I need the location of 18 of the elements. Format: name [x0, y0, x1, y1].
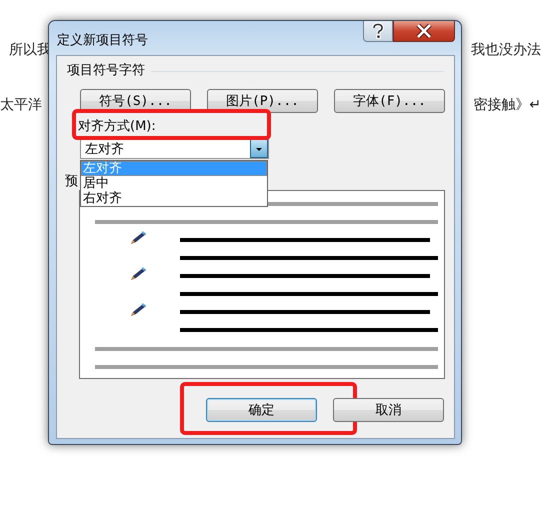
close-icon: [416, 24, 432, 38]
document-text: 密接触》↵: [473, 96, 541, 114]
preview-label: 预: [65, 174, 79, 190]
dropdown-option[interactable]: 右对齐: [81, 191, 267, 206]
help-icon: [371, 23, 385, 39]
close-button[interactable]: [393, 21, 455, 42]
dialog-button[interactable]: 图片(P)...: [207, 89, 318, 113]
dialog-button[interactable]: 取消: [333, 398, 444, 422]
dropdown-option[interactable]: 居中: [81, 176, 267, 191]
field-label: 对齐方式(M):: [78, 119, 157, 135]
document-text: 太平洋: [0, 96, 42, 114]
help-button[interactable]: [363, 21, 393, 42]
alignment-dropdown[interactable]: 左对齐: [80, 138, 269, 159]
dialog-button[interactable]: 确定: [206, 398, 317, 422]
group-title: 项目符号字符: [67, 63, 145, 79]
dialog-button[interactable]: 字体(F)...: [334, 89, 445, 113]
window-title: 定义新项目符号: [56, 32, 148, 49]
document-text: 我也没办法: [471, 41, 541, 59]
